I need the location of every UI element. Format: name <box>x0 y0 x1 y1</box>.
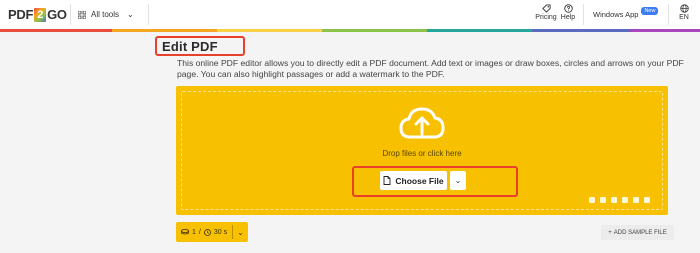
cloud-upload-icon <box>399 107 445 139</box>
cloud-icon[interactable] <box>622 197 628 203</box>
header-divider <box>583 4 584 25</box>
pricing-label: Pricing <box>535 14 557 21</box>
help-label: Help <box>560 14 576 21</box>
logo-part-2: 2 <box>34 7 47 22</box>
copy-icon[interactable] <box>644 197 650 203</box>
all-tools-menu[interactable]: All tools ⌄ <box>78 6 134 23</box>
logo-part-pdf: PDF <box>8 7 34 22</box>
file-dropzone[interactable]: Drop files or click here Choose File ⌄ <box>176 86 668 215</box>
header-divider <box>70 4 71 25</box>
limits-divider <box>232 225 234 239</box>
help-link[interactable]: Help <box>558 4 578 26</box>
folder-icon[interactable] <box>589 197 595 203</box>
language-label: EN <box>679 14 689 21</box>
tag-icon <box>541 4 551 13</box>
header-divider <box>668 4 669 25</box>
choose-file-dropdown[interactable]: ⌄ <box>450 171 466 190</box>
page-title: Edit PDF <box>162 39 218 54</box>
choose-file-button[interactable]: Choose File <box>380 171 447 190</box>
pricing-link[interactable]: Pricing <box>534 4 558 26</box>
top-header: PDF 2 GO All tools ⌄ Pricing Help Window… <box>0 0 700 29</box>
choose-file-label: Choose File <box>395 175 444 186</box>
chevron-down-icon: ⌄ <box>127 10 134 19</box>
drop-instruction: Drop files or click here <box>382 149 462 158</box>
header-divider <box>148 4 149 25</box>
google-drive-icon[interactable] <box>611 197 617 203</box>
dropbox-icon[interactable] <box>633 197 639 203</box>
link-icon[interactable] <box>600 197 606 203</box>
files-limit: 1 <box>192 228 196 236</box>
files-icon <box>181 229 189 235</box>
windows-app-link[interactable]: Windows App New <box>593 6 659 19</box>
add-sample-file-button[interactable]: + ADD SAMPLE FILE <box>601 225 674 240</box>
grid-icon <box>78 10 86 19</box>
new-badge: New <box>641 6 659 15</box>
help-icon <box>563 4 573 13</box>
logo-part-go: GO <box>47 7 67 22</box>
clock-icon <box>203 228 211 236</box>
file-icon <box>383 176 391 185</box>
all-tools-label: All tools <box>91 10 120 19</box>
source-icons <box>589 197 650 203</box>
page-description: This online PDF editor allows you to dir… <box>177 58 684 79</box>
globe-icon <box>679 4 689 13</box>
limits-separator: / <box>198 228 201 236</box>
windows-app-label: Windows App <box>593 10 639 19</box>
rainbow-divider <box>0 29 700 32</box>
chevron-down-icon: ⌄ <box>454 176 462 185</box>
language-selector[interactable]: EN <box>674 4 694 26</box>
time-limit: 30 s <box>213 228 228 236</box>
pdf2go-logo[interactable]: PDF 2 GO <box>8 7 67 22</box>
chevron-down-icon: ⌄ <box>237 227 244 237</box>
limits-info: 1 / 30 s <box>176 229 227 236</box>
plus-icon: + <box>608 229 612 236</box>
file-limits-button[interactable]: 1 / 30 s ⌄ <box>176 222 248 242</box>
add-sample-label: ADD SAMPLE FILE <box>613 229 667 236</box>
